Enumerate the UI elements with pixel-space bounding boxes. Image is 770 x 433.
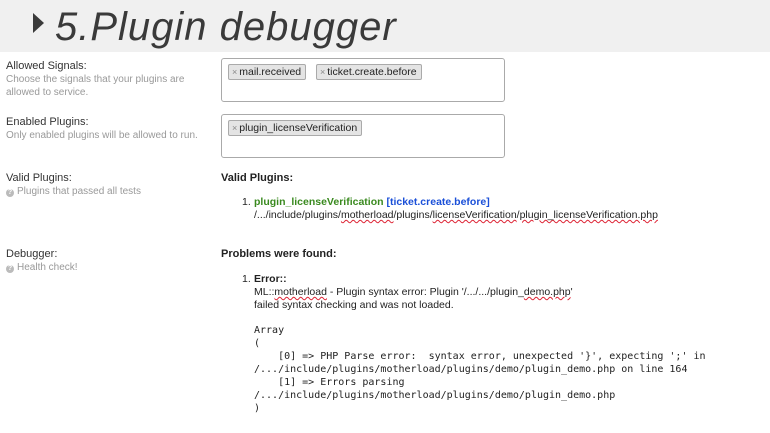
chip-label: ticket.create.before: [327, 66, 417, 78]
signal-chip[interactable]: × ticket.create.before: [316, 64, 422, 80]
error-details: Array ( [0] => PHP Parse error: syntax e…: [254, 324, 706, 415]
remove-icon[interactable]: ×: [232, 123, 237, 133]
remove-icon[interactable]: ×: [320, 67, 325, 77]
chip-label: mail.received: [239, 66, 302, 78]
chip-label: plugin_licenseVerification: [239, 122, 358, 134]
code-line: /.../include/plugins/motherload/plugins/…: [254, 364, 688, 375]
valid-plugins-description: ? Plugins that passed all tests: [6, 185, 206, 198]
signal-chip[interactable]: × mail.received: [228, 64, 307, 80]
enabled-plugins-select[interactable]: × plugin_licenseVerification: [221, 114, 505, 158]
debugger-label: Debugger:: [6, 248, 58, 260]
path-segment: plugin_licenseVerification.php: [519, 209, 658, 221]
plugin-signal: [ticket.create.before]: [386, 196, 490, 208]
path-segment: motherload: [340, 209, 394, 221]
help-icon: ?: [6, 265, 14, 273]
code-line: [0] => PHP Parse error: syntax error, un…: [254, 351, 706, 362]
list-number: 1.: [242, 196, 251, 208]
code-line: [1] => Errors parsing: [254, 377, 405, 388]
valid-plugins-label: Valid Plugins:: [6, 172, 72, 184]
error-message: ML::motherload - Plugin syntax error: Pl…: [254, 286, 573, 299]
code-line: Array: [254, 325, 285, 336]
page-title: 5.Plugin debugger: [55, 5, 397, 49]
plugin-path: /.../include/plugins/motherload/plugins/…: [254, 209, 658, 222]
description-text: Health check!: [17, 262, 78, 273]
error-message-line2: failed syntax checking and was not loade…: [254, 299, 454, 311]
code-line: /.../include/plugins/motherload/plugins/…: [254, 390, 616, 401]
problems-heading: Problems were found:: [221, 248, 337, 260]
remove-icon[interactable]: ×: [232, 67, 237, 77]
plugin-name: plugin_licenseVerification: [254, 196, 384, 208]
enabled-plugins-description: Only enabled plugins will be allowed to …: [6, 130, 198, 141]
path-segment: licenseVerification: [432, 209, 517, 221]
debugger-description: ? Health check!: [6, 261, 206, 274]
allowed-signals-label: Allowed Signals:: [6, 60, 87, 72]
valid-plugins-heading: Valid Plugins:: [221, 172, 294, 184]
valid-plugin-entry: plugin_licenseVerification [ticket.creat…: [254, 196, 490, 209]
error-title: Error::: [254, 273, 287, 285]
header-banner: 5.Plugin debugger: [0, 0, 770, 52]
error-segment: demo.php: [523, 286, 571, 298]
code-line: (: [254, 338, 261, 349]
code-line: ): [254, 403, 261, 414]
list-number: 1.: [242, 273, 251, 285]
plugin-chip[interactable]: × plugin_licenseVerification: [228, 120, 363, 136]
triangle-right-icon: [33, 13, 44, 33]
description-text: Plugins that passed all tests: [17, 186, 141, 197]
allowed-signals-select[interactable]: × mail.received × ticket.create.before: [221, 58, 505, 102]
path-segment: /plugins/: [393, 209, 433, 221]
path-segment: /.../include/plugins/: [254, 209, 341, 221]
error-segment: - Plugin syntax error: Plugin '/.../.../…: [326, 286, 524, 298]
error-segment: ML::: [254, 286, 275, 298]
help-icon: ?: [6, 189, 14, 197]
enabled-plugins-label: Enabled Plugins:: [6, 116, 89, 128]
error-segment: motherload: [274, 286, 327, 298]
allowed-signals-description: Choose the signals that your plugins are…: [6, 74, 185, 98]
error-segment: ': [570, 286, 573, 298]
